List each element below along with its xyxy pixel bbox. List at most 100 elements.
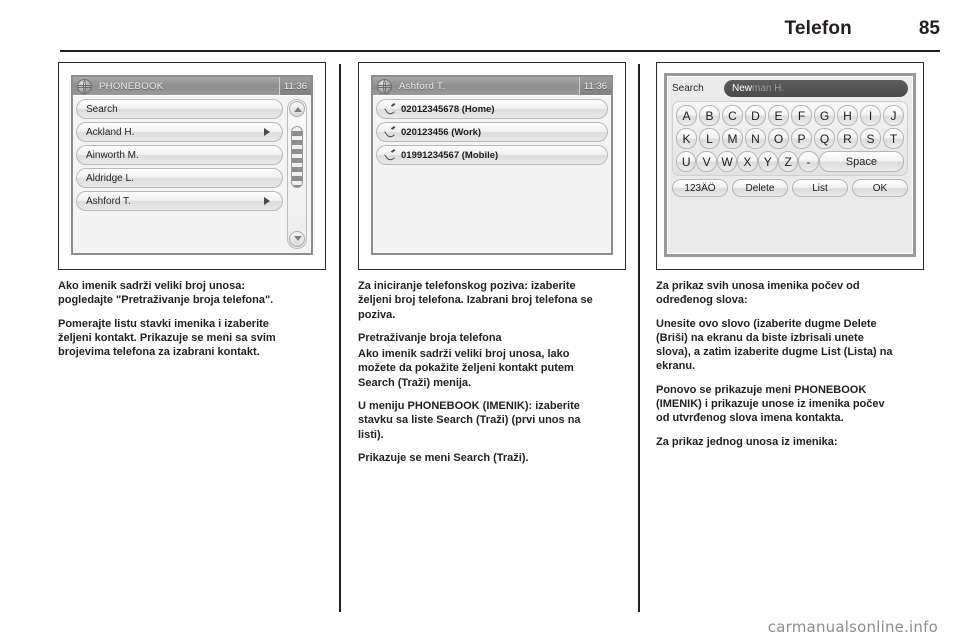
key-o[interactable]: O: [768, 128, 789, 149]
column-3-copy: Za prikaz svih unosa imenika počev od od…: [656, 279, 932, 449]
key-w[interactable]: W: [716, 151, 738, 172]
key-p[interactable]: P: [791, 128, 812, 149]
page-title: Telefon: [784, 18, 852, 39]
key-list[interactable]: List: [792, 179, 848, 197]
chevron-up-icon[interactable]: [289, 101, 305, 117]
key-e[interactable]: E: [768, 105, 789, 126]
paragraph: Ako imenik sadrži veliki broj unosa: pog…: [58, 280, 274, 307]
chevron-right-icon: [264, 128, 270, 136]
list-item-search[interactable]: Search: [76, 99, 283, 119]
page-header: Telefon 85: [60, 18, 940, 54]
scrollbar-thumb[interactable]: [291, 126, 303, 188]
key-y[interactable]: Y: [757, 151, 778, 172]
globe-icon: [377, 78, 392, 94]
paragraph: Ako imenik sadrži veliki broj unosa, lak…: [358, 348, 574, 389]
keyboard-keys: A B C D E F G H I J K L M N O P Q R S T …: [672, 101, 908, 176]
key-j[interactable]: J: [883, 105, 904, 126]
key-n[interactable]: N: [745, 128, 766, 149]
paragraph: Pomerajte listu stavki imenika i izaberi…: [58, 317, 276, 359]
keyboard-function-keys: 123ÄÖ Delete List OK: [672, 179, 908, 197]
scrollbar[interactable]: [287, 99, 307, 249]
key-u[interactable]: U: [676, 151, 697, 172]
key-q[interactable]: Q: [814, 128, 835, 149]
screen-title: PHONEBOOK: [99, 80, 164, 92]
screen-title: Ashford T.: [399, 80, 446, 92]
list-item-contact[interactable]: Ackland H.: [76, 122, 283, 142]
column-1-copy: Ako imenik sadrži veliki broj unosa: pog…: [58, 279, 334, 359]
figure-contact-numbers: Ashford T. 11:36 02012345678 (Home) 0201…: [358, 62, 626, 270]
paragraph: Unesite ovo slovo (izaberite dugme Delet…: [656, 317, 893, 373]
column-2: Ashford T. 11:36 02012345678 (Home) 0201…: [358, 62, 634, 474]
search-input[interactable]: New man H.: [724, 80, 908, 97]
screen-titlebar: PHONEBOOK 11:36: [73, 77, 311, 96]
keyboard-row-3: U V W X Y Z - Space: [676, 151, 904, 172]
paragraph: Za iniciranje telefonskog poziva: izaber…: [358, 280, 593, 321]
key-b[interactable]: B: [699, 105, 720, 126]
key-g[interactable]: G: [814, 105, 835, 126]
paragraph: Prikazuje se meni Search (Traži).: [358, 451, 529, 464]
key-k[interactable]: K: [676, 128, 697, 149]
column-2-copy: Za iniciranje telefonskog poziva: izaber…: [358, 279, 634, 465]
globe-icon: [77, 78, 92, 94]
header-divider: [60, 50, 940, 52]
key-f[interactable]: F: [791, 105, 812, 126]
phone-number-label: 020123456 (Work): [401, 126, 482, 138]
keyboard-row-1: A B C D E F G H I J: [676, 105, 904, 126]
watermark: carmanualsonline.info: [767, 618, 938, 636]
column-divider-2: [638, 64, 640, 612]
key-ok[interactable]: OK: [852, 179, 908, 197]
column-3: Search New man H. A B C D E F G H I J K …: [656, 62, 932, 458]
list-item-label: Aldridge L.: [86, 172, 134, 184]
infotainment-screen-contact: Ashford T. 11:36 02012345678 (Home) 0201…: [371, 75, 613, 255]
list-item-contact[interactable]: Ainworth M.: [76, 145, 283, 165]
page-number: 85: [918, 18, 940, 39]
list-item-contact[interactable]: Aldridge L.: [76, 168, 283, 188]
chevron-right-icon: [264, 197, 270, 205]
key-t[interactable]: T: [883, 128, 904, 149]
search-label: Search: [672, 83, 704, 94]
list-item-contact[interactable]: Ashford T.: [76, 191, 283, 211]
key-i[interactable]: I: [860, 105, 881, 126]
list-item-phone-number[interactable]: 01991234567 (Mobile): [376, 145, 608, 165]
key-s[interactable]: S: [860, 128, 881, 149]
phone-handset-icon: [385, 150, 396, 161]
key-delete[interactable]: Delete: [732, 179, 788, 197]
keyboard-row-2: K L M N O P Q R S T: [676, 128, 904, 149]
screen-body: 02012345678 (Home) 020123456 (Work) 0199…: [373, 96, 611, 253]
phone-number-label: 01991234567 (Mobile): [401, 149, 499, 161]
paragraph: Ponovo se prikazuje meni PHONEBOOK (IMEN…: [656, 383, 885, 425]
key-m[interactable]: M: [722, 128, 743, 149]
key-space[interactable]: Space: [818, 151, 904, 172]
contact-number-list: 02012345678 (Home) 020123456 (Work) 0199…: [376, 99, 608, 168]
key-numeric-mode[interactable]: 123ÄÖ: [672, 179, 728, 197]
key-d[interactable]: D: [745, 105, 766, 126]
key-c[interactable]: C: [722, 105, 743, 126]
key-h[interactable]: H: [837, 105, 858, 126]
column-1: PHONEBOOK 11:36 Search Ackland H. Ainwor…: [58, 62, 334, 368]
paragraph: Za prikaz jednog unosa iz imenika:: [656, 435, 838, 448]
key-z[interactable]: Z: [777, 151, 799, 172]
list-item-phone-number[interactable]: 020123456 (Work): [376, 122, 608, 142]
key-hyphen[interactable]: -: [798, 151, 819, 172]
key-r[interactable]: R: [837, 128, 858, 149]
list-item-phone-number[interactable]: 02012345678 (Home): [376, 99, 608, 119]
phonebook-list: Search Ackland H. Ainworth M. Aldridge L…: [76, 99, 283, 214]
phone-handset-icon: [385, 127, 396, 138]
section-heading: Pretraživanje broja telefona: [358, 331, 502, 344]
figure-phonebook-list: PHONEBOOK 11:36 Search Ackland H. Ainwor…: [58, 62, 326, 270]
phone-handset-icon: [385, 104, 396, 115]
infotainment-screen-keyboard: Search New man H. A B C D E F G H I J K …: [664, 73, 916, 257]
key-l[interactable]: L: [699, 128, 720, 149]
paragraph: U meniju PHONEBOOK (IMENIK): izaberite s…: [358, 400, 581, 441]
key-a[interactable]: A: [676, 105, 697, 126]
key-v[interactable]: V: [696, 151, 717, 172]
infotainment-screen-phonebook: PHONEBOOK 11:36 Search Ackland H. Ainwor…: [71, 75, 313, 255]
keyboard-search-bar: Search New man H.: [667, 76, 913, 99]
paragraph: Za prikaz svih unosa imenika počev od od…: [656, 280, 860, 307]
key-x[interactable]: X: [737, 151, 758, 172]
clock-display: 11:36: [278, 77, 311, 95]
chevron-down-icon[interactable]: [289, 231, 305, 247]
figure-onscreen-keyboard: Search New man H. A B C D E F G H I J K …: [656, 62, 924, 270]
screen-titlebar: Ashford T. 11:36: [373, 77, 611, 96]
phone-number-label: 02012345678 (Home): [401, 103, 495, 115]
